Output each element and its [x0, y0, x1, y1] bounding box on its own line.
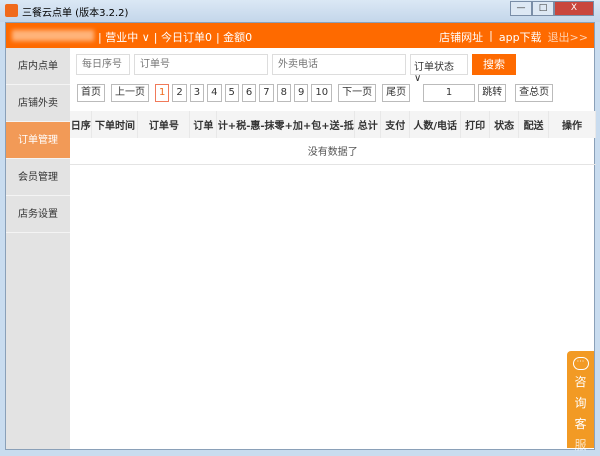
app-download-link[interactable]: app下载: [499, 29, 542, 45]
col-header: 日序: [70, 111, 93, 138]
consult-char: 服: [574, 438, 587, 452]
separator: |: [489, 29, 493, 42]
shop-url-link[interactable]: 店铺网址: [439, 29, 483, 45]
page-button[interactable]: 10: [311, 84, 333, 102]
table-header-row: 日序 下单时间 订单号 订单 计+税-惠-抹零+加+包+送-抵 总计 支付 人数…: [70, 111, 596, 138]
empty-row: 没有数据了: [70, 138, 596, 165]
app-frame: | 营业中 ∨ | 今日订单0 | 金额0 店铺网址 | app下载 退出>> …: [5, 22, 596, 452]
col-header: 操作: [548, 111, 596, 138]
shop-name-blurred: [12, 30, 94, 41]
sidebar-item-dine-in[interactable]: 店内点单: [6, 48, 70, 85]
empty-message: 没有数据了: [70, 138, 596, 165]
today-orders: | 今日订单0: [153, 31, 212, 44]
consult-char: 咨: [574, 375, 587, 389]
total-pages-button[interactable]: 查总页: [515, 84, 554, 102]
top-bar: | 营业中 ∨ | 今日订单0 | 金额0 店铺网址 | app下载 退出>>: [6, 23, 594, 48]
col-header: 状态: [489, 111, 520, 138]
first-page-button[interactable]: 首页: [77, 84, 105, 102]
page-button[interactable]: 8: [276, 84, 291, 102]
page-number-input[interactable]: 1: [423, 84, 476, 102]
sidebar-item-settings[interactable]: 店务设置: [6, 196, 70, 233]
daily-seq-input[interactable]: [76, 54, 130, 75]
app-icon: [5, 4, 18, 17]
order-no-input[interactable]: [134, 54, 268, 75]
pager: 首页 上一页 1 2 3 4 5 6 7 8 9 10 下一页 尾页 1 跳转 …: [77, 84, 554, 102]
page-button[interactable]: 2: [172, 84, 187, 102]
orders-table: 日序 下单时间 订单号 订单 计+税-惠-抹零+加+包+送-抵 总计 支付 人数…: [70, 111, 596, 165]
title-bar: 三餐云点单 (版本3.2.2) — □ X: [0, 0, 600, 22]
jump-button[interactable]: 跳转: [478, 84, 507, 102]
sidebar-item-members[interactable]: 会员管理: [6, 159, 70, 196]
phone-input[interactable]: [272, 54, 406, 75]
col-header: 支付: [380, 111, 411, 138]
col-header: 配送: [518, 111, 550, 138]
logout-link[interactable]: 退出>>: [548, 29, 588, 45]
business-status-dropdown[interactable]: | 营业中 ∨: [98, 29, 150, 45]
page-button[interactable]: 1: [155, 84, 170, 102]
next-page-button[interactable]: 下一页: [338, 84, 377, 102]
chat-bubble-icon: ···: [572, 357, 589, 370]
col-header: 打印: [460, 111, 491, 138]
col-header: 人数/电话: [409, 111, 462, 138]
page-button[interactable]: 5: [224, 84, 239, 102]
col-header: 总计: [354, 111, 382, 138]
close-button[interactable]: X: [554, 1, 594, 16]
consult-customer-service-button[interactable]: ··· 咨 询 客 服: [567, 351, 594, 452]
page-button[interactable]: 3: [189, 84, 205, 102]
sidebar-item-takeout[interactable]: 店铺外卖: [6, 85, 70, 122]
consult-char: 客: [574, 417, 587, 431]
search-button[interactable]: 搜索: [472, 54, 516, 75]
page-button[interactable]: 4: [207, 84, 222, 102]
minimize-button[interactable]: —: [510, 1, 532, 16]
amount: | 金额0: [215, 31, 253, 44]
col-header: 计+税-惠-抹零+加+包+送-抵: [216, 111, 356, 138]
sidebar-item-orders[interactable]: 订单管理: [6, 122, 70, 159]
last-page-button[interactable]: 尾页: [382, 84, 411, 102]
window-title: 三餐云点单 (版本3.2.2): [22, 8, 129, 19]
consult-char: 询: [574, 396, 587, 410]
sidebar: 店内点单 店铺外卖 订单管理 会员管理 店务设置: [6, 48, 70, 449]
prev-page-button[interactable]: 上一页: [111, 84, 149, 102]
order-status-select[interactable]: 订单状态 ∨: [410, 54, 468, 84]
page-button[interactable]: 7: [259, 84, 274, 102]
col-header: 订单: [189, 111, 218, 138]
maximize-button[interactable]: □: [532, 1, 554, 16]
col-header: 订单号: [137, 111, 191, 138]
page-button[interactable]: 9: [294, 84, 309, 102]
page-button[interactable]: 6: [241, 84, 257, 102]
col-header: 下单时间: [91, 111, 139, 138]
main-panel: 订单状态 ∨ 搜索 首页 上一页 1 2 3 4 5 6 7 8 9 10 下一…: [70, 48, 596, 449]
